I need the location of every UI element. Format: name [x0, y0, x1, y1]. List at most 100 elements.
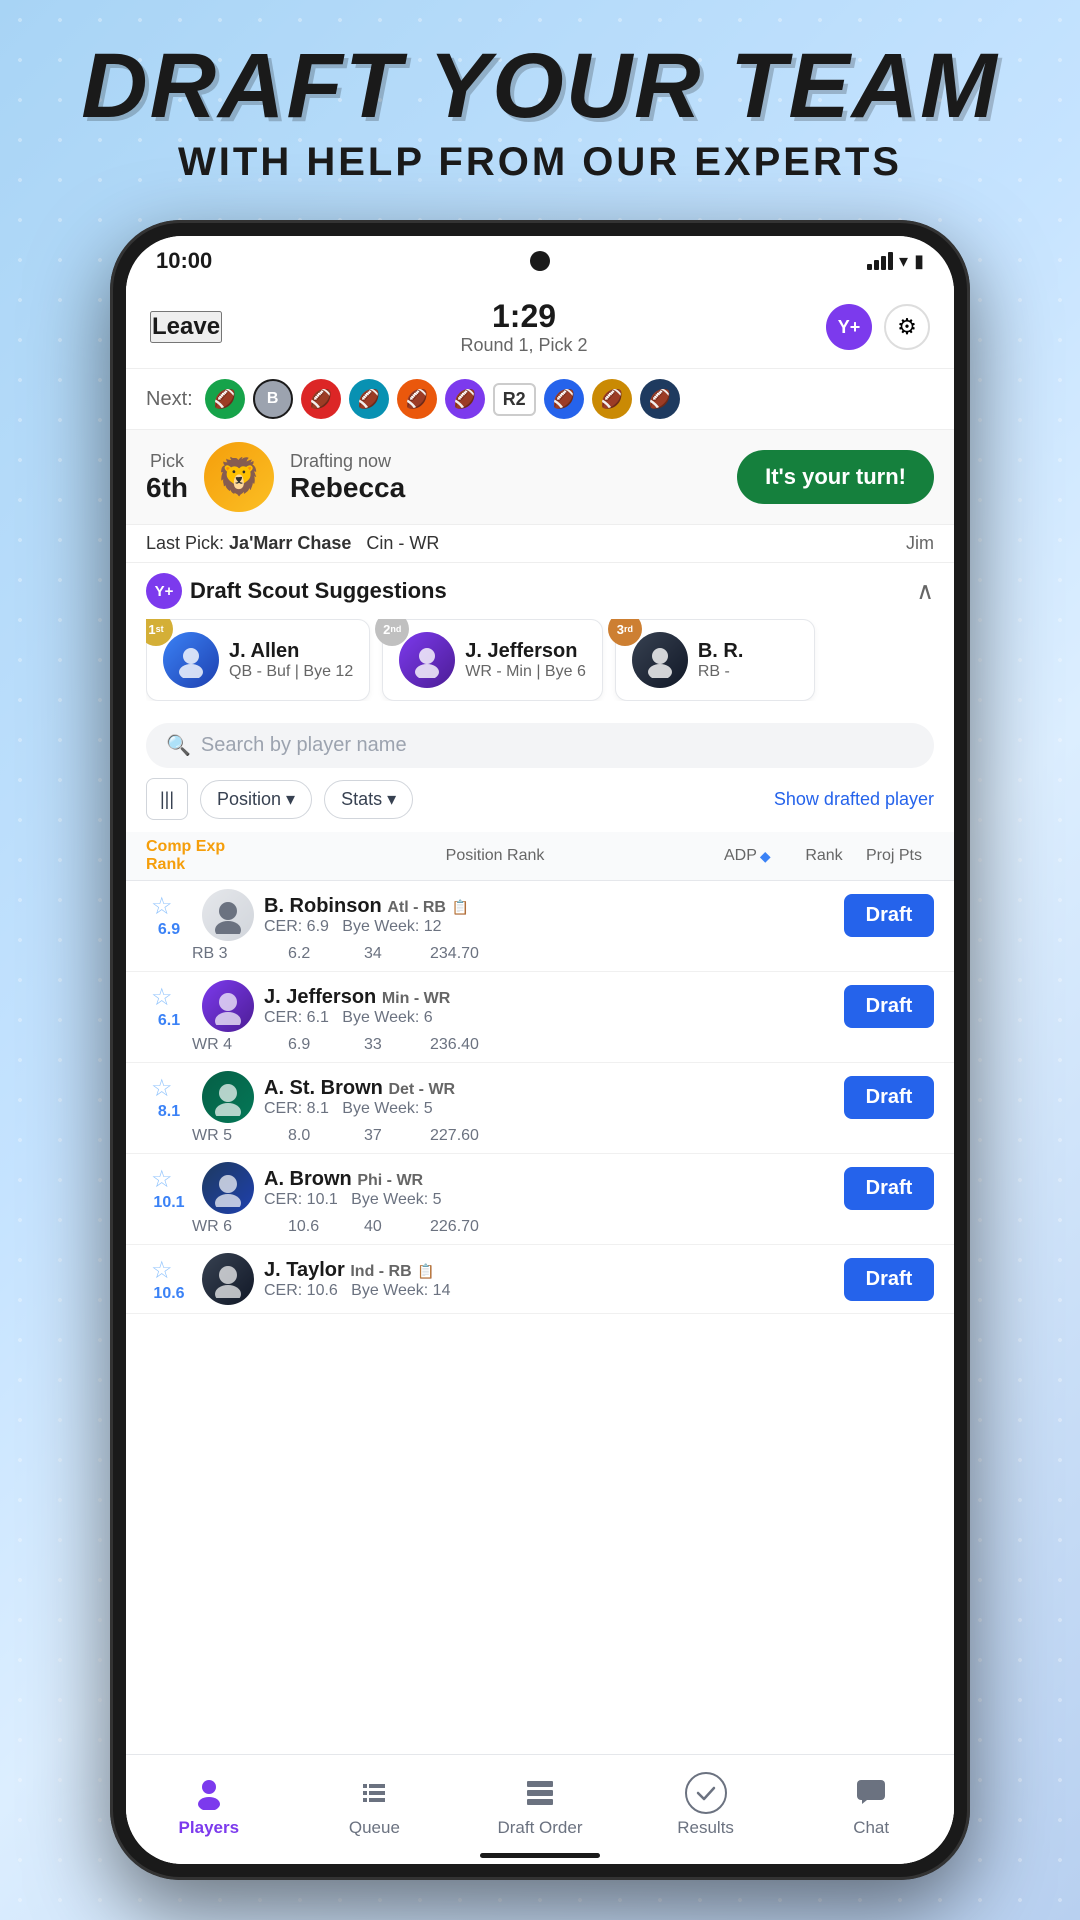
show-drafted-link[interactable]: Show drafted player [774, 789, 934, 810]
home-indicator [480, 1853, 600, 1858]
helmet-3[interactable]: 🏈 [301, 379, 341, 419]
scout-card-3[interactable]: 3rd B. R. RB - [615, 619, 815, 701]
watchlist-star-2[interactable]: ☆ [151, 983, 187, 1012]
helmet-4[interactable]: 🏈 [349, 379, 389, 419]
nav-players[interactable]: Players [126, 1772, 292, 1838]
scout-player-avatar-1 [163, 632, 219, 688]
players-icon [188, 1772, 230, 1814]
last-pick-drafter: Jim [906, 533, 934, 554]
helmet-9[interactable]: 🏈 [640, 379, 680, 419]
scout-player-info-1: J. Allen QB - Buf | Bye 12 [229, 640, 353, 681]
watchlist-star-5[interactable]: ☆ [151, 1256, 187, 1285]
player-row-stats-2: WR 4 6.9 33 236.40 [146, 1032, 934, 1054]
player-details-2: J. Jefferson Min - WR CER: 6.1 Bye Week:… [264, 986, 834, 1027]
player-headshot-5 [202, 1253, 254, 1305]
bottom-nav: Players Queue [126, 1754, 954, 1864]
nav-results[interactable]: Results [623, 1772, 789, 1838]
stats-filter-button[interactable]: Stats ▾ [324, 780, 413, 819]
rank-3: 37 [364, 1127, 414, 1145]
leave-button[interactable]: Leave [150, 311, 222, 343]
player-headshot-4 [202, 1162, 254, 1214]
nav-label-results: Results [677, 1818, 734, 1838]
phone-screen: 10:00 ▾ ▮ Leave 1:29 Round 1, Pic [126, 236, 954, 1864]
drafter-name: Rebecca [290, 472, 721, 504]
y-plus-button[interactable]: Y+ [826, 304, 872, 350]
col-header-adp: ADP ◆ [724, 847, 794, 865]
watchlist-star-1[interactable]: ☆ [151, 892, 187, 921]
last-pick-text: Last Pick: Ja'Marr Chase Cin - WR [146, 533, 439, 554]
filter-icon-button[interactable]: ||| [146, 778, 188, 820]
search-bar[interactable]: 🔍 Search by player name [146, 723, 934, 768]
draft-button-5[interactable]: Draft [844, 1258, 934, 1301]
column-headers: Comp Exp Rank Position Rank ADP ◆ Rank P… [126, 832, 954, 881]
cer-score-1: 6.9 [151, 921, 187, 939]
pos-rank-3: WR 5 [192, 1127, 272, 1145]
col-header-position: Position Rank [266, 847, 724, 865]
round-pick-label: Round 1, Pick 2 [460, 335, 587, 356]
draft-button-3[interactable]: Draft [844, 1076, 934, 1119]
cer-info-1: CER: 6.9 Bye Week: 12 [264, 918, 834, 936]
scout-player-info-3: B. R. RB - [698, 640, 744, 681]
drafter-avatar: 🦁 [204, 442, 274, 512]
scout-collapse-button[interactable]: ∧ [916, 577, 934, 606]
col-header-comp-exp: Comp Exp Rank [146, 838, 266, 874]
player-headshot-2 [202, 980, 254, 1032]
nav-label-chat: Chat [853, 1818, 889, 1838]
rank-2: 33 [364, 1036, 414, 1054]
scout-player-pos-1: QB - Buf | Bye 12 [229, 663, 353, 681]
player-row: ☆ 6.9 B. Robinson Atl - RB 📋 [126, 881, 954, 972]
nav-draft-order[interactable]: Draft Order [457, 1772, 623, 1838]
scout-card-1[interactable]: 1st J. Allen QB - Buf | Bye 12 [146, 619, 370, 701]
helmet-6[interactable]: 🏈 [445, 379, 485, 419]
player-row: ☆ 10.1 A. Brown Phi - WR [126, 1154, 954, 1245]
draft-order-icon [519, 1772, 561, 1814]
player-row-top-1: ☆ 6.9 B. Robinson Atl - RB 📋 [146, 889, 934, 941]
helmet-1[interactable]: 🏈 [205, 379, 245, 419]
cer-score-2: 6.1 [151, 1012, 187, 1030]
signal-icon [867, 252, 893, 270]
queue-icon [353, 1772, 395, 1814]
player-details-5: J. Taylor Ind - RB 📋 CER: 10.6 Bye Week:… [264, 1259, 834, 1300]
search-input[interactable]: Search by player name [201, 734, 914, 757]
drafter-info: Drafting now Rebecca [290, 451, 721, 504]
cer-score-4: 10.1 [151, 1194, 187, 1212]
scout-card-2[interactable]: 2nd J. Jefferson WR - Min | Bye 6 [382, 619, 603, 701]
cer-score-5: 10.6 [151, 1285, 187, 1303]
player-row: ☆ 8.1 A. St. Brown Det - WR [126, 1063, 954, 1154]
adp-diamond-icon: ◆ [760, 848, 771, 865]
player-details-1: B. Robinson Atl - RB 📋 CER: 6.9 Bye Week… [264, 895, 834, 936]
helmet-5[interactable]: 🏈 [397, 379, 437, 419]
player-row-top-2: ☆ 6.1 J. Jefferson Min - WR [146, 980, 934, 1032]
drafting-now-label: Drafting now [290, 451, 721, 472]
drafting-section: Pick 6th 🦁 Drafting now Rebecca It's you… [126, 429, 954, 525]
watchlist-star-4[interactable]: ☆ [151, 1165, 187, 1194]
cer-info-2: CER: 6.1 Bye Week: 6 [264, 1009, 834, 1027]
results-icon [685, 1772, 727, 1814]
scout-header: Y+ Draft Scout Suggestions ∧ [146, 573, 934, 609]
nav-queue[interactable]: Queue [292, 1772, 458, 1838]
draft-button-2[interactable]: Draft [844, 985, 934, 1028]
helmet-8[interactable]: 🏈 [592, 379, 632, 419]
draft-button-1[interactable]: Draft [844, 894, 934, 937]
draft-button-4[interactable]: Draft [844, 1167, 934, 1210]
adp-3: 8.0 [288, 1127, 348, 1145]
adp-2: 6.9 [288, 1036, 348, 1054]
scout-player-name-2: J. Jefferson [465, 640, 586, 663]
pick-number: 6th [146, 472, 188, 504]
status-bar: 10:00 ▾ ▮ [126, 236, 954, 286]
countdown-timer: 1:29 [460, 298, 587, 335]
watchlist-star-3[interactable]: ☆ [151, 1074, 187, 1103]
settings-button[interactable]: ⚙ [884, 304, 930, 350]
your-turn-button[interactable]: It's your turn! [737, 450, 934, 504]
adp-1: 6.2 [288, 945, 348, 963]
helmet-2[interactable]: B [253, 379, 293, 419]
scout-player-avatar-2 [399, 632, 455, 688]
scout-player-info-2: J. Jefferson WR - Min | Bye 6 [465, 640, 586, 681]
col-header-rank: Rank [794, 847, 854, 865]
player-row-top-3: ☆ 8.1 A. St. Brown Det - WR [146, 1071, 934, 1123]
nav-chat[interactable]: Chat [788, 1772, 954, 1838]
next-label: Next: [146, 388, 193, 411]
phone-frame: 10:00 ▾ ▮ Leave 1:29 Round 1, Pic [110, 220, 970, 1880]
helmet-7[interactable]: 🏈 [544, 379, 584, 419]
position-filter-button[interactable]: Position ▾ [200, 780, 312, 819]
